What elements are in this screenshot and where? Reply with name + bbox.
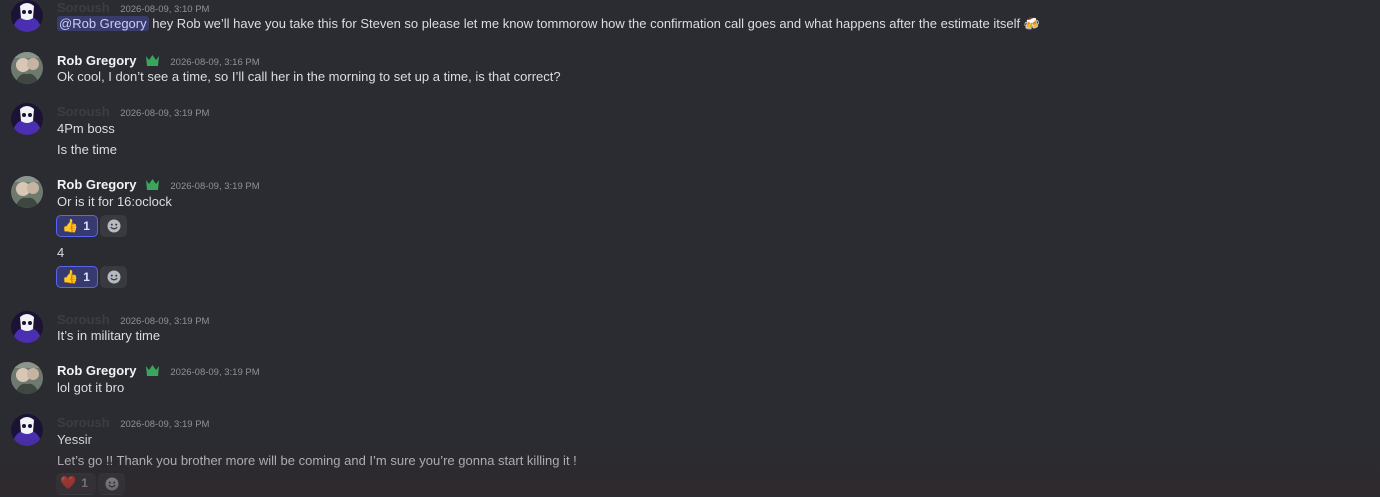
message-text: It’s in military time [57,328,161,343]
timestamp: 2026-08-09, 3:19 PM [120,419,210,430]
soroush-avatar[interactable] [11,103,43,135]
reaction-count: 1 [83,270,90,284]
message-text: @Rob Gregory hey Rob we’ll have you take… [57,16,1040,31]
message-text: 4 [57,245,65,260]
timestamp: 2026-08-09, 3:19 PM [120,108,210,119]
timestamp: 2026-08-09, 3:19 PM [170,181,260,192]
guild-badge-icon [145,364,160,382]
user-mention[interactable]: @Rob Gregory [57,16,149,31]
author-name[interactable]: Soroush [57,0,110,15]
reaction-thumbs-up[interactable]: 👍 1 [56,215,98,237]
add-reaction-icon [107,219,120,233]
reaction-bar: 👍 1 [56,266,129,288]
message-text: lol got it bro [57,380,125,395]
reaction-heart[interactable]: ❤️ 1 [56,473,96,495]
message-text: 4Pm boss [57,121,115,136]
message-text: Or is it for 16:oclock [57,194,172,209]
rob-gregory-avatar[interactable] [11,52,43,84]
reaction-bar: 👍 1 [56,215,129,237]
soroush-avatar[interactable] [11,414,43,446]
author-name[interactable]: Soroush [57,312,110,327]
rob-gregory-avatar[interactable] [11,176,43,208]
message-text: Yessir [57,432,92,447]
soroush-avatar[interactable] [11,0,43,32]
message-text: Is the time [57,142,117,157]
timestamp: 2026-08-09, 3:16 PM [170,57,260,68]
timestamp: 2026-08-09, 3:19 PM [120,316,210,327]
soroush-avatar[interactable] [11,311,43,343]
author-name[interactable]: Rob Gregory [57,363,136,378]
author-name[interactable]: Rob Gregory [57,53,136,68]
add-reaction-button[interactable] [98,473,125,495]
reaction-thumbs-up[interactable]: 👍 1 [56,266,98,288]
reaction-bar: ❤️ 1 [56,473,127,495]
author-name[interactable]: Soroush [57,415,110,430]
reaction-count: 1 [83,219,90,233]
add-reaction-icon [105,477,118,491]
author-name[interactable]: Soroush [57,104,110,119]
timestamp: 2026-08-09, 3:10 PM [120,4,210,15]
beer-emoji: 🍻 [1023,16,1040,31]
add-reaction-button[interactable] [100,215,127,237]
add-reaction-button[interactable] [100,266,127,288]
rob-gregory-avatar[interactable] [11,362,43,394]
author-name[interactable]: Rob Gregory [57,177,136,192]
message-text: Ok cool, I don’t see a time, so I’ll cal… [57,69,561,84]
add-reaction-icon [107,270,120,284]
reaction-count: 1 [81,476,88,490]
message-text: Let’s go !! Thank you brother more will … [57,453,577,468]
timestamp: 2026-08-09, 3:19 PM [170,367,260,378]
